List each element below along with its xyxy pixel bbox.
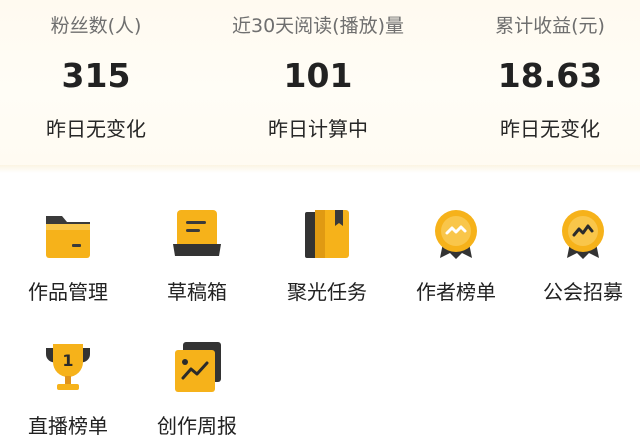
- tool-label: 聚光任务: [287, 280, 367, 304]
- stat-value: 18.63: [497, 56, 603, 95]
- tool-label: 创作周报: [157, 414, 237, 438]
- tool-label: 作品管理: [28, 280, 108, 304]
- tool-label: 作者榜单: [416, 280, 496, 304]
- stat-value: 101: [283, 56, 353, 95]
- stat-sub: 昨日无变化: [500, 117, 600, 141]
- book-icon: [299, 206, 355, 262]
- tool-label: 公会招募: [543, 280, 623, 304]
- trophy-icon: 1: [40, 340, 96, 396]
- stat-sub: 昨日计算中: [268, 117, 368, 141]
- weekly-report-icon: [169, 340, 225, 396]
- tool-label: 草稿箱: [167, 280, 227, 304]
- stat-label: 近30天阅读(播放)量: [231, 15, 404, 37]
- author-medal-icon: [428, 206, 484, 262]
- tool-label: 直播榜单: [28, 414, 108, 438]
- stats-panel: 粉丝数(人) 315 昨日无变化 近30天阅读(播放)量 101 昨日计算中 累…: [0, 0, 640, 165]
- stat-value: 315: [61, 56, 131, 95]
- stat-label: 累计收益(元): [495, 15, 605, 37]
- stat-sub: 昨日无变化: [46, 117, 146, 141]
- folder-icon: [40, 206, 96, 262]
- draft-box-icon: [169, 206, 225, 262]
- guild-medal-icon: [555, 206, 611, 262]
- svg-text:1: 1: [62, 351, 73, 370]
- section-divider: [0, 165, 640, 173]
- stat-label: 粉丝数(人): [50, 15, 142, 37]
